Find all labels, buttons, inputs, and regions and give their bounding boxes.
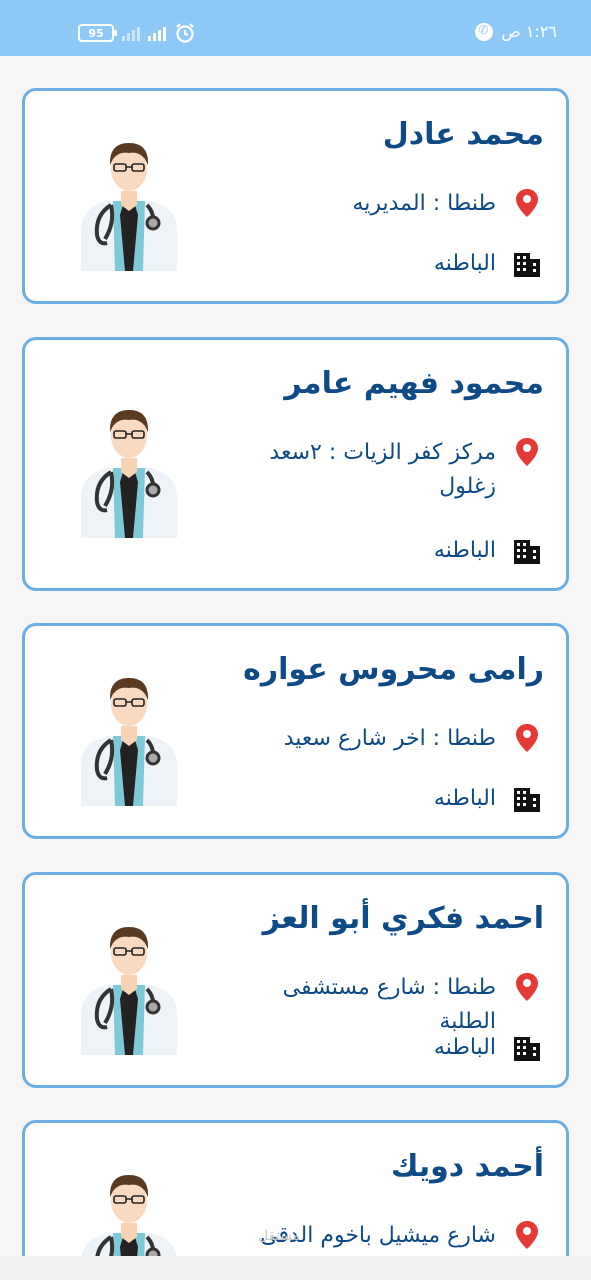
doctor-name: أحمد دويك bbox=[390, 1149, 544, 1184]
doctor-avatar bbox=[77, 402, 181, 538]
doctor-card[interactable]: رامى محروس عواره طنطا : اخر شارع سعيد ال… bbox=[22, 623, 569, 839]
doctor-card[interactable]: محمد عادل طنطا : المديريه الباطنه bbox=[22, 88, 569, 304]
doctor-address: طنطا : المديريه bbox=[352, 191, 496, 216]
status-right: ١:٢٦ ص bbox=[475, 22, 557, 41]
doctor-specialty: الباطنه bbox=[433, 1035, 496, 1060]
doctor-card[interactable]: محمود فهيم عامر مركز كفر الزيات : ٢سعد ز… bbox=[22, 337, 569, 591]
location-pin-icon bbox=[512, 722, 542, 754]
building-icon bbox=[512, 1031, 542, 1063]
doctor-card[interactable]: احمد فكري أبو العز طنطا : شارع مستشفى ال… bbox=[22, 872, 569, 1088]
doctor-avatar bbox=[77, 919, 181, 1055]
specialty-row: الباطنه bbox=[246, 247, 542, 281]
building-icon bbox=[512, 534, 542, 566]
doctor-list[interactable]: محمد عادل طنطا : المديريه الباطنه محمود … bbox=[0, 56, 591, 1256]
watermark: مستقل bbox=[258, 1228, 300, 1244]
signal-icon bbox=[148, 25, 166, 41]
doctor-address: طنطا : اخر شارع سعيد bbox=[283, 726, 496, 751]
specialty-row: الباطنه bbox=[246, 782, 542, 816]
specialty-row: الباطنه bbox=[246, 534, 542, 568]
battery-icon: 95 bbox=[78, 24, 117, 42]
doctor-avatar bbox=[77, 1167, 181, 1256]
location-pin-icon bbox=[512, 436, 542, 468]
doctor-avatar bbox=[77, 670, 181, 806]
location-pin-icon bbox=[512, 187, 542, 219]
address-row: طنطا : المديريه bbox=[246, 187, 542, 221]
doctor-name: محمد عادل bbox=[382, 117, 544, 152]
doctor-avatar bbox=[77, 135, 181, 271]
building-icon bbox=[512, 247, 542, 279]
alarm-icon bbox=[176, 23, 194, 43]
address-row: طنطا : اخر شارع سعيد bbox=[246, 722, 542, 756]
doctor-name: رامى محروس عواره bbox=[243, 652, 544, 687]
doctor-name: احمد فكري أبو العز bbox=[262, 901, 544, 936]
clock: ١:٢٦ ص bbox=[501, 22, 557, 41]
address-row: طنطا : شارع مستشفى الطلبة bbox=[246, 971, 542, 1039]
status-icons: 95 bbox=[78, 22, 196, 44]
doctor-specialty: الباطنه bbox=[433, 786, 496, 811]
location-pin-icon bbox=[512, 971, 542, 1003]
doctor-specialty: الباطنه bbox=[433, 538, 496, 563]
address-row: مركز كفر الزيات : ٢سعد زغلول bbox=[246, 436, 542, 504]
location-pin-icon bbox=[512, 1219, 542, 1251]
signal-icon bbox=[122, 25, 140, 41]
doctor-address: طنطا : شارع مستشفى الطلبة bbox=[282, 975, 496, 1034]
building-icon bbox=[512, 782, 542, 814]
call-icon bbox=[475, 22, 494, 41]
doctor-name: محمود فهيم عامر bbox=[284, 366, 544, 401]
doctor-specialty: الباطنه bbox=[433, 251, 496, 276]
specialty-row: الباطنه bbox=[246, 1031, 542, 1065]
status-bar: 95 ١:٢٦ ص bbox=[0, 0, 591, 56]
doctor-address: مركز كفر الزيات : ٢سعد زغلول bbox=[269, 440, 496, 499]
navigation-bar bbox=[0, 1256, 591, 1280]
